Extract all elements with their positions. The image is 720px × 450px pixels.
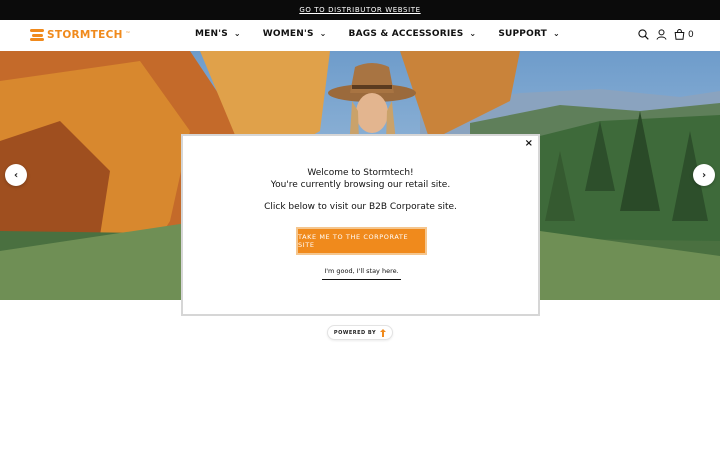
nav-item-support[interactable]: SUPPORT ⌄ — [498, 28, 560, 40]
carousel-prev-button[interactable]: ‹ — [5, 164, 27, 186]
chevron-left-icon: ‹ — [13, 169, 19, 181]
site-redirect-modal: × Welcome to Stormtech! You're currently… — [181, 134, 540, 316]
powered-by-badge[interactable]: POWERED BY — [327, 325, 393, 340]
site-header: STORMTECH ™ MEN'S ⌄ WOMEN'S ⌄ BAGS & ACCES… — [0, 20, 720, 51]
chevron-down-icon: ⌄ — [469, 28, 477, 38]
cart-count: 0 — [688, 29, 694, 40]
chevron-down-icon: ⌄ — [233, 28, 241, 38]
modal-b2b-text: Click below to visit our B2B Corporate s… — [264, 202, 457, 212]
carousel-next-button[interactable]: › — [693, 164, 715, 186]
chevron-right-icon: › — [701, 169, 707, 181]
corporate-site-button[interactable]: TAKE ME TO THE CORPORATE SITE — [296, 227, 427, 255]
brand-logo[interactable]: STORMTECH ™ — [30, 29, 130, 41]
header-actions: 0 — [638, 29, 694, 40]
search-icon[interactable] — [638, 29, 649, 40]
bag-icon[interactable] — [674, 29, 685, 40]
provider-logo-icon — [380, 328, 387, 337]
distributor-website-link[interactable]: GO TO DISTRIBUTOR WEBSITE — [299, 6, 420, 14]
nav-item-womens[interactable]: WOMEN'S ⌄ — [263, 28, 327, 40]
chevron-down-icon: ⌄ — [553, 28, 560, 38]
nav-item-bags-accessories[interactable]: BAGS & ACCESSORIES ⌄ — [349, 28, 477, 40]
powered-by-label: POWERED BY — [333, 329, 377, 336]
brand-name: STORMTECH — [47, 29, 123, 41]
main-nav: MEN'S ⌄ WOMEN'S ⌄ BAGS & ACCESSORIES ⌄ SUPP… — [195, 28, 582, 40]
stay-here-link[interactable]: I'm good, I'll stay here. — [322, 267, 401, 280]
modal-retail-text: You're currently browsing our retail sit… — [270, 179, 451, 190]
announcement-bar: GO TO DISTRIBUTOR WEBSITE — [0, 0, 720, 20]
modal-message: Welcome to Stormtech! You're currently b… — [183, 168, 538, 214]
nav-item-mens[interactable]: MEN'S ⌄ — [195, 28, 241, 40]
chevron-down-icon: ⌄ — [319, 28, 327, 38]
logo-mark-icon — [30, 29, 44, 41]
close-icon[interactable]: × — [525, 138, 533, 149]
modal-welcome-text: Welcome to Stormtech! — [307, 168, 414, 178]
user-icon[interactable] — [656, 29, 667, 40]
